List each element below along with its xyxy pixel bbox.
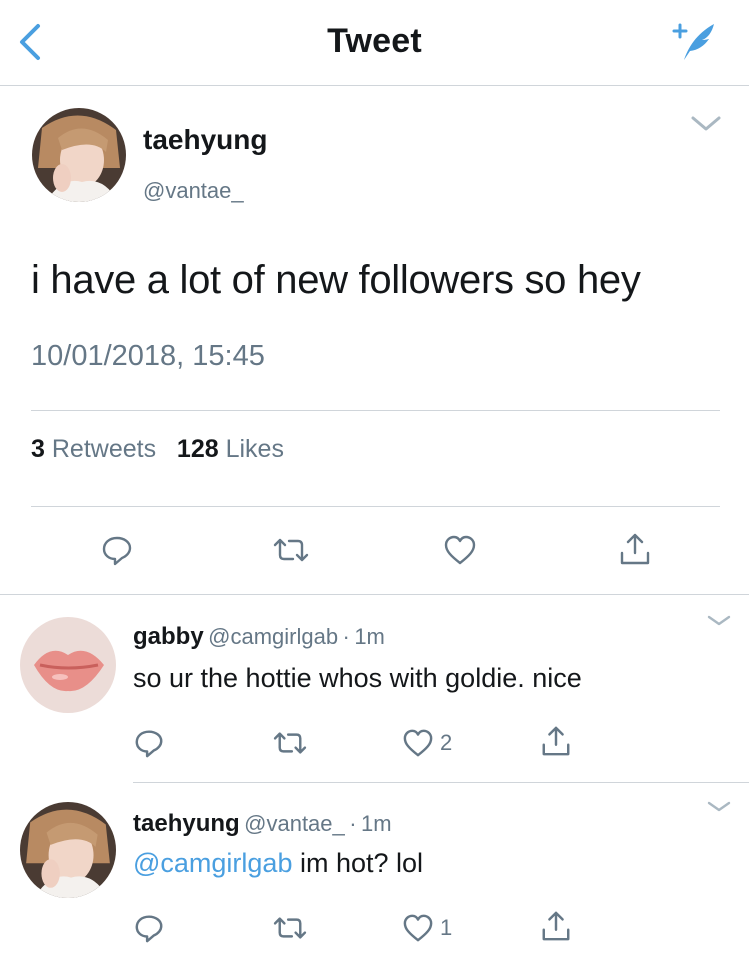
divider	[31, 410, 720, 411]
retweet-button[interactable]	[271, 729, 309, 757]
like-button[interactable]	[402, 728, 434, 758]
reply-icon	[102, 536, 132, 566]
avatar-photo-taehyung	[32, 108, 126, 202]
compose-button[interactable]	[668, 18, 718, 64]
share-button[interactable]	[540, 724, 572, 758]
retweet-button[interactable]	[271, 914, 309, 942]
reply-time: 1m	[361, 811, 392, 836]
retweets-label: Retweets	[51, 435, 157, 463]
reply-author-handle[interactable]: @vantae_	[244, 811, 345, 836]
reply-header: taehyung @vantae_ · 1m	[133, 810, 392, 838]
like-count: 1	[440, 915, 453, 940]
like-count: 128	[176, 435, 219, 463]
retweets-stat[interactable]: 3 Retweets	[31, 435, 156, 463]
author-name[interactable]: taehyung	[143, 124, 267, 156]
reply-icon	[135, 730, 163, 758]
author-handle[interactable]: @vantae_	[143, 178, 244, 204]
heart-icon	[403, 729, 433, 757]
avatar[interactable]	[20, 802, 116, 898]
share-icon	[620, 533, 650, 565]
reply-author-name[interactable]: gabby	[133, 623, 204, 650]
avatar[interactable]	[20, 617, 116, 713]
chevron-down-icon	[707, 801, 731, 812]
meta-separator: ·	[342, 624, 350, 649]
page-title: Tweet	[327, 22, 422, 60]
avatar-photo-lips	[20, 617, 116, 713]
reply-author-name[interactable]: taehyung	[133, 810, 240, 837]
retweet-icon	[273, 732, 307, 754]
divider	[0, 594, 749, 595]
share-icon	[542, 726, 570, 756]
reply-text-block: @camgirlgab im hot? lol	[133, 848, 423, 879]
heart-icon	[403, 914, 433, 942]
like-button[interactable]	[402, 913, 434, 943]
chevron-down-icon	[691, 116, 721, 131]
reply-text: so ur the hottie whos with goldie. nice	[133, 663, 582, 693]
mention-link[interactable]: @camgirlgab	[133, 848, 292, 878]
like-count: 2	[440, 730, 453, 755]
share-button[interactable]	[618, 531, 652, 567]
reply-button[interactable]	[133, 912, 165, 944]
heart-icon	[444, 535, 476, 565]
retweet-button[interactable]	[271, 535, 311, 565]
reply-text: im hot? lol	[299, 848, 424, 878]
reply-icon	[135, 915, 163, 943]
reply-button[interactable]	[100, 533, 134, 567]
avatar-photo-taehyung	[20, 802, 116, 898]
reply-author-handle[interactable]: @camgirlgab	[208, 624, 338, 649]
retweet-icon	[273, 917, 307, 939]
likes-stat[interactable]: 128 Likes	[177, 435, 284, 463]
reply-button[interactable]	[133, 727, 165, 759]
tweet-text: i have a lot of new followers so hey	[31, 258, 641, 302]
chevron-down-icon	[707, 615, 731, 626]
divider	[133, 782, 749, 783]
compose-feather-icon	[672, 23, 714, 60]
share-icon	[542, 911, 570, 941]
tweet-stats: 3 Retweets 128 Likes	[31, 435, 284, 464]
like-button[interactable]	[443, 534, 477, 566]
avatar[interactable]	[32, 108, 126, 202]
retweet-icon	[273, 538, 309, 562]
reply-options-button[interactable]	[706, 614, 732, 633]
tweet-timestamp: 10/01/2018, 15:45	[31, 340, 265, 372]
divider	[31, 506, 720, 507]
reply-header: gabby @camgirlgab · 1m	[133, 623, 385, 651]
navigation-bar: Tweet	[0, 0, 749, 86]
meta-separator: ·	[349, 811, 357, 836]
tweet-options-button[interactable]	[690, 114, 722, 139]
share-button[interactable]	[540, 909, 572, 943]
reply-options-button[interactable]	[706, 800, 732, 819]
retweet-count: 3	[31, 435, 45, 463]
likes-label: Likes	[225, 435, 284, 463]
reply-time: 1m	[354, 624, 385, 649]
